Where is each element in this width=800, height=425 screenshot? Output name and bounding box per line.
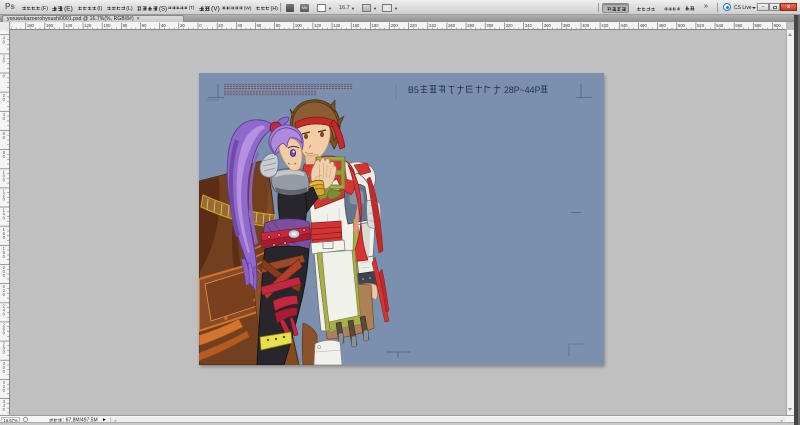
svg-text:B5: B5 <box>408 85 419 95</box>
svg-text:20: 20 <box>180 23 185 28</box>
svg-text:260: 260 <box>448 23 456 28</box>
svg-text:120: 120 <box>84 23 92 28</box>
svg-text:(H): (H) <box>271 5 278 11</box>
svg-text:340: 340 <box>525 23 533 28</box>
svg-text:0: 0 <box>3 135 6 140</box>
svg-text:40: 40 <box>238 23 243 28</box>
svg-text:0: 0 <box>3 369 6 374</box>
svg-text:0: 0 <box>3 254 6 259</box>
svg-text:80: 80 <box>123 23 128 28</box>
svg-text:(E): (E) <box>64 5 73 12</box>
svg-text:20: 20 <box>218 23 223 28</box>
svg-text:120: 120 <box>314 23 322 28</box>
svg-text:0: 0 <box>3 177 6 182</box>
svg-text:28P~44P: 28P~44P <box>504 85 541 95</box>
svg-text:400: 400 <box>582 23 590 28</box>
svg-text:0: 0 <box>199 23 202 28</box>
svg-text:280: 280 <box>467 23 475 28</box>
svg-text:40: 40 <box>161 23 166 28</box>
svg-text:80: 80 <box>276 23 281 28</box>
svg-text:360: 360 <box>544 23 552 28</box>
svg-text:0: 0 <box>3 407 6 412</box>
svg-text:100: 100 <box>295 23 303 28</box>
svg-text:100: 100 <box>104 23 112 28</box>
svg-text:160: 160 <box>46 23 54 28</box>
svg-text:0: 0 <box>3 197 6 202</box>
svg-text:200: 200 <box>391 23 399 28</box>
svg-text:180: 180 <box>27 23 35 28</box>
svg-text:160: 160 <box>352 23 360 28</box>
svg-text:320: 320 <box>506 23 514 28</box>
svg-text:0: 0 <box>3 74 6 79</box>
svg-text:420: 420 <box>601 23 609 28</box>
svg-text:60: 60 <box>257 23 262 28</box>
svg-text:140: 140 <box>65 23 73 28</box>
svg-text:0: 0 <box>3 331 6 336</box>
svg-text:220: 220 <box>410 23 418 28</box>
svg-text:(W): (W) <box>244 5 252 11</box>
svg-text:0: 0 <box>3 59 6 64</box>
svg-text:(I): (I) <box>97 5 102 11</box>
svg-text:0: 0 <box>3 154 6 159</box>
svg-text:460: 460 <box>640 23 648 28</box>
svg-text:580: 580 <box>755 23 763 28</box>
svg-text:560: 560 <box>735 23 743 28</box>
svg-text:140: 140 <box>333 23 341 28</box>
svg-text:0: 0 <box>3 235 6 240</box>
svg-text:0: 0 <box>3 116 6 121</box>
svg-text:(L): (L) <box>126 5 133 11</box>
svg-text:540: 540 <box>716 23 724 28</box>
svg-text:0: 0 <box>3 350 6 355</box>
svg-text:0: 0 <box>3 292 6 297</box>
svg-text:380: 380 <box>563 23 571 28</box>
svg-text:600: 600 <box>774 23 782 28</box>
svg-text:480: 480 <box>659 23 667 28</box>
svg-text:(T): (T) <box>189 5 195 10</box>
svg-text:180: 180 <box>372 23 380 28</box>
svg-text:0: 0 <box>3 388 6 393</box>
svg-text:0: 0 <box>3 216 6 221</box>
svg-text:440: 440 <box>621 23 629 28</box>
svg-text:(V): (V) <box>211 5 220 12</box>
svg-text:0: 0 <box>3 39 6 44</box>
svg-text:0: 0 <box>3 97 6 102</box>
svg-text:(S): (S) <box>159 6 167 12</box>
svg-text:500: 500 <box>678 23 686 28</box>
svg-text:520: 520 <box>697 23 705 28</box>
svg-text:300: 300 <box>486 23 494 28</box>
svg-text:60: 60 <box>142 23 147 28</box>
svg-text:0: 0 <box>3 311 6 316</box>
svg-text:240: 240 <box>429 23 437 28</box>
svg-text:0: 0 <box>3 273 6 278</box>
svg-text:(F): (F) <box>41 5 48 11</box>
